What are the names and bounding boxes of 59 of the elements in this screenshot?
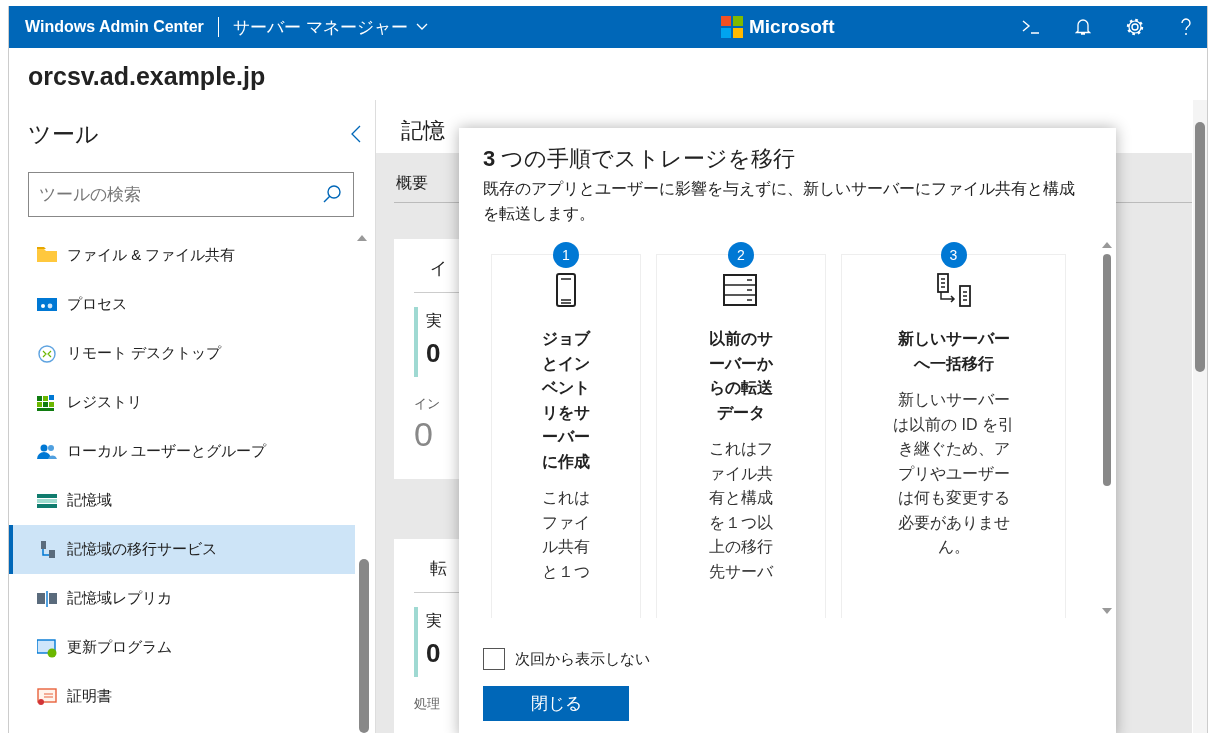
tool-item[interactable]: レジストリ — [9, 378, 355, 427]
step-title: 以前のサーバーからの転送データ — [708, 329, 774, 423]
tool-item[interactable]: リモート デスクトップ — [9, 329, 355, 378]
app-menu[interactable]: サーバー マネージャー — [232, 15, 428, 39]
step-description: これはファイル共有と１つ — [541, 488, 591, 582]
bell-icon[interactable] — [1075, 18, 1091, 36]
logo-icon — [721, 16, 743, 38]
collapse-icon[interactable] — [351, 125, 361, 143]
scroll-up-icon[interactable] — [357, 235, 367, 241]
step-number: 1 — [553, 242, 579, 268]
brand-name: Microsoft — [749, 16, 835, 38]
page-title: 記憶 — [400, 117, 445, 145]
tool-item[interactable]: プロセス — [9, 280, 355, 329]
close-button[interactable]: 閉じる — [483, 686, 629, 721]
card-value: 0 — [414, 415, 434, 454]
stat-label: 実 — [426, 311, 443, 331]
card-note: 処理 — [414, 695, 441, 713]
product-name[interactable]: Windows Admin Center — [25, 18, 204, 36]
stat-value: 0 — [426, 338, 442, 369]
dialog-title: 3 つの手順でストレージを移行 — [483, 145, 797, 173]
tool-item[interactable]: 証明書 — [9, 672, 355, 721]
server-icon — [723, 273, 759, 307]
tool-item[interactable]: 記憶域 — [9, 476, 355, 525]
tool-item[interactable]: 記憶域の移行サービス — [9, 525, 355, 574]
scrollbar[interactable] — [1193, 100, 1207, 733]
dialog-description: 既存のアプリとユーザーに影響を与えずに、新しいサーバーにファイル共有と構成を転送します。 — [483, 179, 1076, 224]
step-description: これはファイル共有と構成を１つ以上の移行先サーバ — [708, 439, 774, 582]
device-icon — [555, 273, 577, 307]
stat-label: 実 — [426, 611, 443, 631]
scroll-down-icon[interactable] — [1102, 608, 1112, 614]
step-number: 2 — [728, 242, 754, 268]
dont-show-checkbox[interactable]: 次回から表示しない — [483, 648, 650, 670]
scroll-up-icon[interactable] — [1102, 242, 1112, 248]
chevron-down-icon — [415, 23, 428, 31]
tool-item[interactable]: ローカル ユーザーとグループ — [9, 427, 355, 476]
search-field[interactable]: ツールの検索 — [28, 172, 354, 217]
tools-title: ツール — [28, 119, 99, 149]
card-note: イン — [414, 395, 441, 413]
terminal-icon[interactable] — [1021, 19, 1041, 35]
registry-icon — [37, 392, 57, 413]
update-icon — [37, 637, 57, 658]
tool-item[interactable]: ファイル & ファイル共有 — [9, 231, 355, 280]
tool-item[interactable]: 記憶域レプリカ — [9, 574, 355, 623]
replica-icon — [37, 588, 57, 609]
tool-item[interactable]: 更新プログラム — [9, 623, 355, 672]
stat-value: 0 — [426, 638, 442, 669]
server-name: orcsv.ad.example.jp — [27, 61, 267, 92]
step-number: 3 — [940, 242, 967, 268]
step-title: ジョブとインベントリをサーバーに作成 — [541, 329, 592, 472]
help-icon[interactable] — [1179, 17, 1193, 37]
step-description: 新しいサーバーは以前の ID を引き継ぐため、アプリやユーザーは何も変更する必要がありません。 — [892, 390, 1015, 557]
transfer-icon — [935, 273, 972, 307]
step-title: 新しいサーバーへ一括移行 — [896, 329, 1011, 374]
settings-icon[interactable] — [1125, 17, 1145, 37]
certificate-icon — [37, 686, 57, 707]
search-icon — [322, 184, 342, 204]
scrollbar-thumb[interactable] — [1103, 254, 1111, 486]
tab[interactable]: 概要 — [396, 174, 428, 191]
remote-icon — [37, 343, 57, 364]
